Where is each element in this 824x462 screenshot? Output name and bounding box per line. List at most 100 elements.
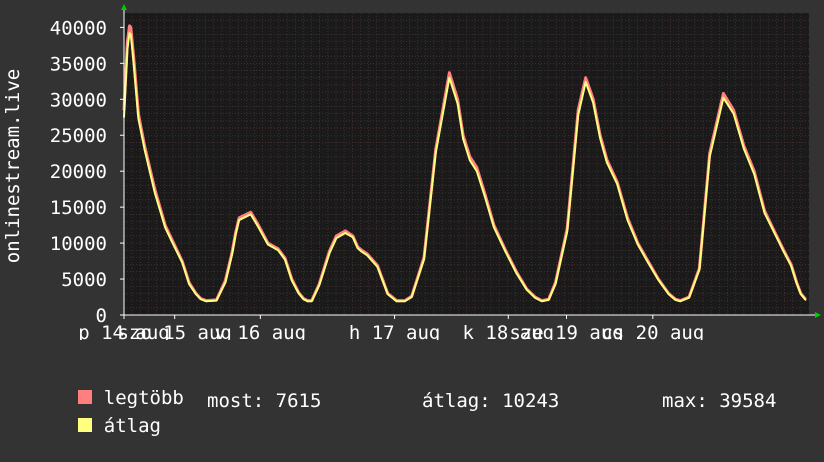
data-point — [475, 170, 478, 172]
y-tick-label: 10000 — [50, 233, 107, 255]
data-point — [360, 250, 363, 253]
data-point — [335, 237, 338, 239]
data-point — [722, 97, 725, 99]
data-point — [132, 62, 135, 65]
data-point — [199, 298, 202, 300]
data-point — [753, 173, 755, 175]
data-point — [763, 212, 766, 214]
data-point — [469, 159, 471, 162]
y-axis-arrow-icon — [121, 4, 127, 10]
data-point — [698, 268, 701, 271]
data-point — [128, 32, 131, 34]
data-point — [256, 225, 259, 227]
data-point — [504, 250, 507, 253]
data-point — [626, 219, 629, 221]
data-point — [722, 92, 725, 95]
data-point — [782, 250, 785, 253]
data-point — [171, 240, 173, 243]
data-point — [215, 299, 218, 302]
data-point — [130, 26, 132, 29]
data-point — [484, 196, 486, 198]
data-point — [577, 114, 579, 116]
data-point — [205, 300, 207, 303]
data-point — [267, 243, 269, 246]
data-point — [657, 278, 660, 281]
data-point — [732, 109, 735, 111]
data-point — [708, 156, 711, 158]
data-point — [234, 233, 237, 236]
data-point — [181, 261, 184, 264]
data-point — [541, 300, 543, 303]
data-point — [743, 148, 745, 150]
data-point — [238, 217, 240, 219]
data-point — [647, 261, 649, 264]
data-point — [249, 211, 252, 213]
x-tick-label: v 16 aug — [215, 322, 307, 340]
data-point — [616, 183, 618, 185]
legend-swatch-atlag — [77, 417, 92, 432]
data-point — [410, 296, 413, 298]
data-point — [423, 258, 425, 261]
data-point — [231, 253, 234, 255]
y-tick-label: 20000 — [50, 161, 107, 183]
data-point — [376, 266, 379, 268]
data-point — [344, 232, 347, 234]
data-point — [732, 112, 735, 115]
data-point — [566, 230, 568, 233]
data-point — [335, 235, 338, 237]
stat-average: átlag: 10243 — [422, 390, 560, 412]
data-point — [356, 247, 359, 249]
x-axis-arrow-icon — [815, 312, 821, 318]
data-point — [493, 226, 495, 229]
data-point — [636, 243, 639, 246]
stat-current: most: 7615 — [207, 390, 322, 412]
data-point — [386, 293, 389, 295]
data-point — [448, 71, 451, 74]
data-point — [137, 117, 140, 120]
data-point — [395, 300, 398, 303]
data-point — [462, 138, 464, 140]
y-tick-label: 15000 — [50, 197, 107, 219]
data-point — [667, 293, 670, 295]
data-point — [592, 102, 595, 104]
data-point — [128, 25, 131, 27]
data-point — [306, 300, 309, 303]
chart-window: 0 5000 10000 15000 20000 25000 30000 35000 40000… — [0, 0, 824, 437]
data-point — [351, 236, 354, 239]
data-point — [688, 296, 690, 299]
data-point — [674, 299, 677, 301]
data-point — [799, 293, 802, 295]
data-point — [456, 102, 459, 105]
data-point — [126, 48, 129, 50]
data-point — [328, 252, 331, 254]
y-tick-label: 35000 — [50, 53, 107, 75]
data-point — [804, 299, 807, 301]
y-tick-label: 25000 — [50, 125, 107, 147]
data-point — [164, 226, 166, 229]
data-point — [606, 161, 608, 164]
data-point — [404, 300, 406, 303]
data-point — [366, 254, 368, 257]
data-point — [224, 281, 227, 284]
data-point — [344, 230, 347, 232]
y-tick-label: 5000 — [61, 269, 107, 291]
data-point — [318, 284, 321, 287]
x-tick-label: cs 20 aug — [601, 322, 704, 340]
data-point — [277, 249, 279, 252]
data-point — [679, 300, 682, 303]
data-point — [284, 258, 286, 261]
data-point — [547, 299, 550, 301]
y-tick-label: 30000 — [50, 89, 107, 111]
data-point — [790, 265, 792, 267]
data-point — [554, 283, 557, 285]
data-point — [130, 33, 132, 36]
data-point — [302, 298, 305, 300]
legend-label-atlag: átlag — [103, 415, 161, 437]
data-point — [534, 296, 536, 299]
data-point — [525, 289, 528, 291]
data-point — [195, 293, 197, 295]
data-point — [291, 279, 293, 282]
data-point — [297, 292, 300, 295]
data-point — [795, 282, 798, 285]
data-point — [143, 148, 146, 151]
